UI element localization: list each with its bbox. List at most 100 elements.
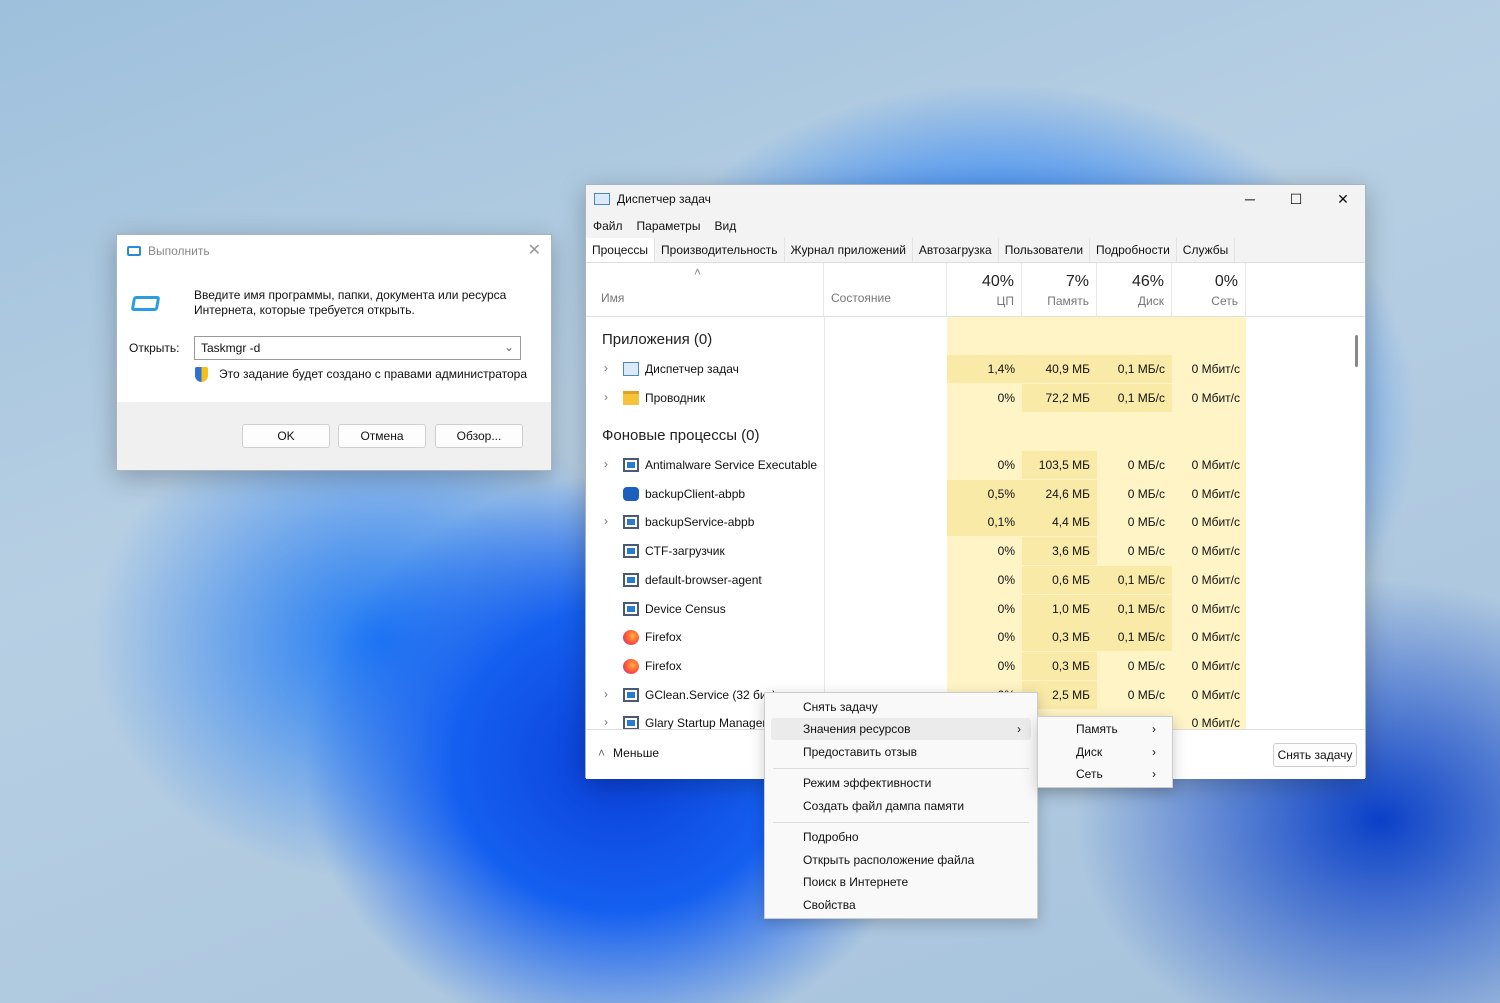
process-row[interactable]: Firefox 0% 0,3 МБ 0,1 МБ/с 0 Мбит/с	[586, 623, 1246, 652]
menu-resource-values[interactable]: Значения ресурсов ›	[771, 718, 1031, 740]
chevron-right-icon[interactable]: ›	[604, 715, 608, 729]
chevron-down-icon[interactable]: ⌄	[504, 340, 514, 354]
cell-net: 0 Мбит/с	[1191, 572, 1240, 587]
process-row[interactable]: backupClient-abpb 0,5% 24,6 МБ 0 МБ/с 0 Мбит…	[586, 479, 1246, 508]
menu-open-file-location[interactable]: Открыть расположение файла	[771, 849, 1031, 871]
process-name: Firefox	[645, 658, 682, 673]
menu-file[interactable]: Файл	[593, 219, 623, 233]
menu-details[interactable]: Подробно	[771, 826, 1031, 848]
run-prompt: Введите имя программы, папки, документа …	[194, 288, 507, 317]
process-row[interactable]: › Диспетчер задач 1,4% 40,9 МБ 0,1 МБ/с 0 Мби…	[586, 355, 1246, 383]
cell-cpu: 0%	[997, 630, 1015, 645]
menu-properties[interactable]: Свойства	[771, 894, 1031, 916]
column-name[interactable]: ˄ Имя	[586, 263, 824, 317]
column-network[interactable]: 0% Сеть	[1172, 263, 1246, 317]
menu-view[interactable]: Вид	[714, 219, 736, 233]
app-icon	[623, 572, 639, 587]
cell-cpu: 0,1%	[947, 508, 1022, 537]
cell-mem: 40,9 МБ	[1022, 355, 1097, 383]
close-icon[interactable]: ✕	[1320, 185, 1366, 213]
process-row[interactable]: Firefox 0% 0,3 МБ 0 МБ/с 0 Мбит/с	[586, 651, 1246, 680]
column-disk[interactable]: 46% Диск	[1097, 263, 1172, 317]
scrollbar[interactable]	[1355, 335, 1358, 367]
cell-mem: 0,3 МБ	[1022, 623, 1097, 652]
tab-startup[interactable]: Автозагрузка	[912, 238, 999, 262]
cell-disk: 0,1 МБ/с	[1097, 355, 1172, 383]
menu-bar: Файл Параметры Вид	[586, 213, 1365, 238]
process-name: Device Census	[645, 601, 726, 616]
submenu-memory[interactable]: Память ›	[1044, 718, 1166, 740]
cell-net: 0 Мбит/с	[1191, 716, 1240, 729]
close-icon[interactable]: ✕	[528, 240, 541, 260]
tab-details[interactable]: Подробности	[1090, 238, 1177, 262]
chevron-right-icon: ›	[1152, 722, 1156, 736]
submenu-disk[interactable]: Диск ›	[1044, 741, 1166, 763]
process-row[interactable]: CTF-загрузчик 0% 3,6 МБ 0 МБ/с 0 Мбит/с	[586, 537, 1246, 566]
chevron-right-icon[interactable]: ›	[604, 457, 608, 471]
open-combobox[interactable]: Taskmgr -d ⌄	[194, 336, 521, 360]
cell-disk: 0,1 МБ/с	[1097, 623, 1172, 652]
group-background: Фоновые процессы (0)	[602, 427, 760, 444]
chevron-right-icon[interactable]: ›	[604, 390, 608, 404]
maximize-icon[interactable]: ☐	[1273, 185, 1319, 213]
menu-end-task[interactable]: Снять задачу	[771, 696, 1031, 718]
process-row[interactable]: Device Census 0% 1,0 МБ 0,1 МБ/с 0 Мбит/с	[586, 594, 1246, 623]
cell-disk: 0 МБ/с	[1127, 515, 1165, 530]
open-input[interactable]: Taskmgr -d	[201, 341, 260, 355]
chevron-right-icon[interactable]: ›	[604, 687, 608, 701]
app-icon	[623, 515, 639, 530]
run-title: Выполнить	[148, 243, 210, 258]
task-manager-window: Диспетчер задач ─ ☐ ✕ Файл Параметры Вид…	[585, 184, 1366, 779]
cell-mem: 4,4 МБ	[1022, 508, 1097, 537]
menu-feedback[interactable]: Предоставить отзыв	[771, 741, 1031, 763]
cell-disk: 0 МБ/с	[1127, 544, 1165, 559]
chevron-right-icon[interactable]: ›	[604, 514, 608, 528]
firefox-icon	[623, 630, 639, 646]
admin-note: Это задание будет создано с правами адми…	[219, 367, 528, 381]
submenu-network[interactable]: Сеть ›	[1044, 763, 1166, 785]
menu-search-online[interactable]: Поиск в Интернете	[771, 871, 1031, 893]
tab-performance[interactable]: Производительность	[655, 238, 785, 262]
process-name: backupService-abpb	[645, 515, 755, 530]
cancel-button[interactable]: Отмена	[338, 424, 426, 448]
divider	[773, 822, 1029, 823]
tab-services[interactable]: Службы	[1176, 238, 1236, 262]
process-name: Диспетчер задач	[645, 362, 739, 376]
tm-title: Диспетчер задач	[617, 192, 711, 206]
process-name: Glary Startup Manager	[645, 716, 767, 729]
cell-disk: 0,1 МБ/с	[1097, 565, 1172, 594]
tab-processes[interactable]: Процессы	[586, 238, 656, 262]
column-memory[interactable]: 7% Память	[1022, 263, 1097, 317]
less-button[interactable]: ˄ Меньше	[598, 746, 659, 760]
chevron-right-icon: ›	[1152, 767, 1156, 781]
cell-cpu: 0%	[997, 458, 1015, 472]
process-row[interactable]: › Проводник 0% 72,2 МБ 0,1 МБ/с 0 Мбит/с	[586, 383, 1246, 412]
cell-net: 0 Мбит/с	[1191, 658, 1240, 673]
process-row[interactable]: › Antimalware Service Executable 0% 103,5 М…	[586, 451, 1246, 479]
menu-efficiency-mode[interactable]: Режим эффективности	[771, 772, 1031, 794]
process-row[interactable]: default-browser-agent 0% 0,6 МБ 0,1 МБ/с 0 М…	[586, 565, 1246, 594]
column-headers: ˄ Имя Состояние 40% ЦП 7% Память 46% Диск 0…	[586, 263, 1365, 317]
cell-net: 0 Мбит/с	[1191, 362, 1240, 376]
tab-app-history[interactable]: Журнал приложений	[784, 238, 913, 262]
minimize-icon[interactable]: ─	[1227, 185, 1273, 213]
ok-button[interactable]: OK	[242, 424, 330, 448]
cell-cpu: 0,5%	[947, 479, 1022, 508]
chevron-right-icon[interactable]: ›	[604, 361, 608, 375]
tab-users[interactable]: Пользователи	[998, 238, 1091, 262]
cell-net: 0 Мбит/с	[1191, 390, 1240, 405]
browse-button[interactable]: Обзор...	[435, 424, 523, 448]
menu-options[interactable]: Параметры	[637, 219, 701, 233]
menu-dump-file[interactable]: Создать файл дампа памяти	[771, 795, 1031, 817]
column-status[interactable]: Состояние	[824, 263, 947, 317]
run-dialog: Выполнить ✕ Введите имя программы, папки…	[116, 234, 552, 471]
backup-icon	[623, 486, 639, 501]
end-task-button[interactable]: Снять задачу	[1273, 743, 1357, 767]
process-row[interactable]: › backupService-abpb 0,1% 4,4 МБ 0 МБ/с 0 Мби…	[586, 508, 1246, 537]
taskmgr-icon	[594, 193, 610, 205]
cell-mem: 72,2 МБ	[1022, 383, 1097, 412]
cell-cpu: 0%	[997, 544, 1015, 559]
app-icon	[623, 601, 639, 616]
app-icon	[623, 716, 639, 729]
column-cpu[interactable]: 40% ЦП	[947, 263, 1022, 317]
